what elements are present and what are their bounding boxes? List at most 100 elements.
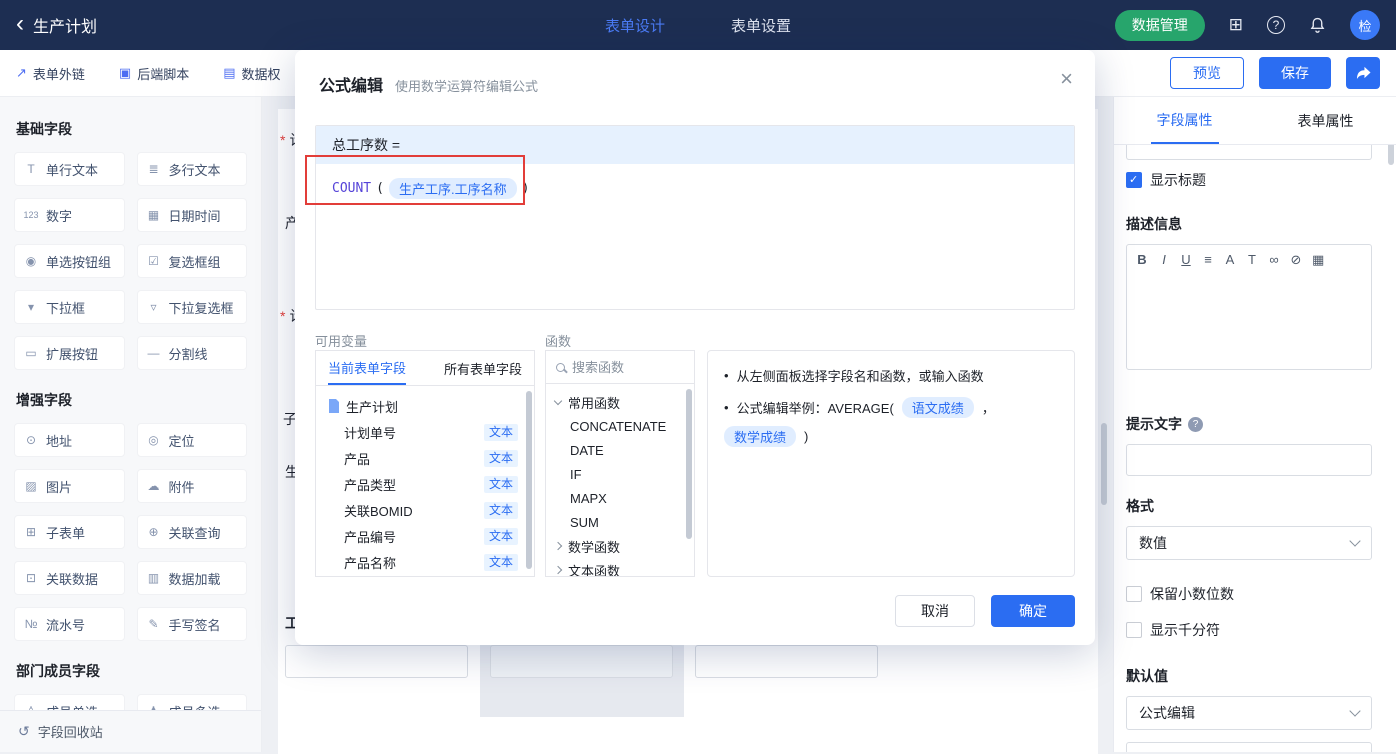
save-button[interactable]: 保存 xyxy=(1259,57,1331,89)
variable-name: 关联BOMID xyxy=(344,503,413,519)
link-icon[interactable]: ∞ xyxy=(1268,252,1280,268)
default-value-label: 默认值 xyxy=(1126,668,1168,684)
field-type-label: 扩展按钮 xyxy=(46,346,99,362)
font-color-icon[interactable]: A xyxy=(1224,252,1236,268)
variable-item[interactable]: 关联BOMID 文本 xyxy=(316,497,534,523)
field-type-button[interactable]: ▾ 下拉框 xyxy=(14,290,125,324)
question-icon[interactable]: ? xyxy=(1188,416,1203,432)
field-type-button[interactable]: ▨ 图片 xyxy=(14,469,125,503)
cancel-button[interactable]: 取消 xyxy=(895,595,975,627)
tab-form-properties[interactable]: 表单属性 xyxy=(1255,97,1396,144)
canvas-scrollbar[interactable] xyxy=(1101,423,1107,505)
field-type-button[interactable]: ▦ 日期时间 xyxy=(136,198,247,232)
variable-item[interactable]: 产品 文本 xyxy=(316,445,534,471)
related-query-icon: ⊕ xyxy=(148,525,159,539)
tab-all-form-fields[interactable]: 所有表单字段 xyxy=(444,351,522,385)
description-editor[interactable]: B I U ≡ A T ∞ ⊘ ▦ xyxy=(1126,244,1372,370)
notification-bell-icon[interactable] xyxy=(1309,17,1326,34)
tab-current-form-fields[interactable]: 当前表单字段 xyxy=(328,351,407,385)
function-group-math[interactable]: 数学函数 xyxy=(546,534,694,558)
field-type-button[interactable]: ▥ 数据加载 xyxy=(136,561,247,595)
keep-decimals-checkbox[interactable]: 保留小数位数 xyxy=(1126,584,1372,604)
field-recycle-bin[interactable]: ↺ 字段回收站 xyxy=(0,710,261,752)
field-type-button[interactable]: ☁ 附件 xyxy=(136,469,247,503)
function-group-common[interactable]: 常用函数 xyxy=(546,390,694,414)
variable-pill[interactable]: 生产工序.工序名称 xyxy=(388,178,517,199)
help-icon[interactable]: ? xyxy=(1267,16,1285,34)
field-type-button[interactable]: № 流水号 xyxy=(14,607,125,641)
apps-icon[interactable]: ⊞ xyxy=(1229,15,1243,35)
field-type-button[interactable]: T 单行文本 xyxy=(14,152,125,186)
function-group-text[interactable]: 文本函数 xyxy=(546,558,694,576)
field-type-label: 分割线 xyxy=(168,346,208,362)
field-type-button[interactable]: ▭ 扩展按钮 xyxy=(14,336,125,370)
tab-form-design[interactable]: 表单设计 xyxy=(605,15,665,36)
example-variable-pill: 语文成绩 xyxy=(901,397,974,418)
formula-expression[interactable]: COUNT ( 生产工序.工序名称 ) xyxy=(316,164,1074,213)
field-type-label: 手写签名 xyxy=(168,617,221,633)
functions-tree: 常用函数 CONCATENATE DATE IF MAPX SUM 数学函数 文… xyxy=(546,384,694,576)
variable-item[interactable]: 产品编号 文本 xyxy=(316,523,534,549)
form-input-selected[interactable] xyxy=(490,645,673,678)
default-value-select[interactable]: 公式编辑 xyxy=(1126,696,1372,730)
function-search-input[interactable] xyxy=(572,359,672,375)
field-type-button[interactable]: ◉ 单选按钮组 xyxy=(14,244,125,278)
function-item[interactable]: MAPX xyxy=(546,486,694,510)
function-item[interactable]: DATE xyxy=(546,438,694,462)
field-type-button[interactable]: 123 数字 xyxy=(14,198,125,232)
formula-editor-area[interactable]: 总工序数 = COUNT ( 生产工序.工序名称 ) xyxy=(315,125,1075,310)
edit-formula-button[interactable]: ƒx 编辑公式 xyxy=(1126,742,1372,752)
back-nav[interactable]: ‹ 生产计划 xyxy=(16,11,97,37)
backend-script-link[interactable]: ▣ 后端脚本 xyxy=(119,64,189,83)
field-type-button[interactable]: ⊕ 关联查询 xyxy=(136,515,247,549)
field-type-button[interactable]: ✎ 手写签名 xyxy=(136,607,247,641)
tree-root[interactable]: 生产计划 xyxy=(316,393,534,419)
variable-item[interactable]: 产品名称 文本 xyxy=(316,549,534,575)
field-type-button[interactable]: ▿ 下拉复选框 xyxy=(136,290,247,324)
field-type-button[interactable]: ⊞ 子表单 xyxy=(14,515,125,549)
functions-scrollbar[interactable] xyxy=(686,389,692,539)
share-button[interactable] xyxy=(1346,57,1380,89)
field-type-button[interactable]: ☑ 复选框组 xyxy=(136,244,247,278)
data-manage-button[interactable]: 数据管理 xyxy=(1114,9,1205,41)
thousands-checkbox[interactable]: 显示千分符 xyxy=(1126,620,1372,640)
variables-scrollbar[interactable] xyxy=(526,391,532,569)
image-icon[interactable]: ▦ xyxy=(1312,252,1324,268)
checkbox-unchecked-icon[interactable] xyxy=(1126,622,1142,638)
underline-icon[interactable]: U xyxy=(1180,252,1192,268)
confirm-button[interactable]: 确定 xyxy=(991,595,1075,627)
bold-icon[interactable]: B xyxy=(1136,252,1148,268)
function-item[interactable]: IF xyxy=(546,462,694,486)
field-type-button[interactable]: — 分割线 xyxy=(136,336,247,370)
function-item[interactable]: SUM xyxy=(546,510,694,534)
back-icon[interactable]: ‹ xyxy=(16,11,24,36)
font-size-icon[interactable]: T xyxy=(1246,252,1258,268)
field-type-button[interactable]: ⊡ 关联数据 xyxy=(14,561,125,595)
serial-number-icon: № xyxy=(24,617,38,631)
variable-item[interactable]: 产品类型 文本 xyxy=(316,471,534,497)
hint-text-input[interactable] xyxy=(1126,444,1372,476)
show-title-checkbox[interactable]: 显示标题 xyxy=(1126,170,1372,190)
data-permission-link[interactable]: ▤ 数据权 xyxy=(223,64,280,83)
italic-icon[interactable]: I xyxy=(1158,252,1170,268)
unlink-icon[interactable]: ⊘ xyxy=(1290,252,1302,268)
variable-item[interactable]: 计划单号 文本 xyxy=(316,419,534,445)
form-input[interactable] xyxy=(285,645,468,678)
function-search[interactable] xyxy=(546,351,694,384)
tab-form-settings[interactable]: 表单设置 xyxy=(731,15,791,36)
field-type-button[interactable]: ⊙ 地址 xyxy=(14,423,125,457)
avatar[interactable]: 检 xyxy=(1350,10,1380,40)
function-item[interactable]: CONCATENATE xyxy=(546,414,694,438)
tab-field-properties[interactable]: 字段属性 xyxy=(1114,97,1255,144)
field-type-button[interactable]: ≣ 多行文本 xyxy=(136,152,247,186)
form-external-link[interactable]: ↗ 表单外链 xyxy=(16,64,85,83)
preview-button[interactable]: 预览 xyxy=(1170,57,1244,89)
format-select[interactable]: 数值 xyxy=(1126,526,1372,560)
form-input[interactable] xyxy=(695,645,878,678)
field-type-button[interactable]: ◎ 定位 xyxy=(136,423,247,457)
properties-tabs: 字段属性 表单属性 xyxy=(1114,97,1396,145)
checkbox-checked-icon[interactable] xyxy=(1126,172,1142,188)
align-icon[interactable]: ≡ xyxy=(1202,252,1214,268)
checkbox-unchecked-icon[interactable] xyxy=(1126,586,1142,602)
close-icon[interactable]: × xyxy=(1060,66,1073,92)
